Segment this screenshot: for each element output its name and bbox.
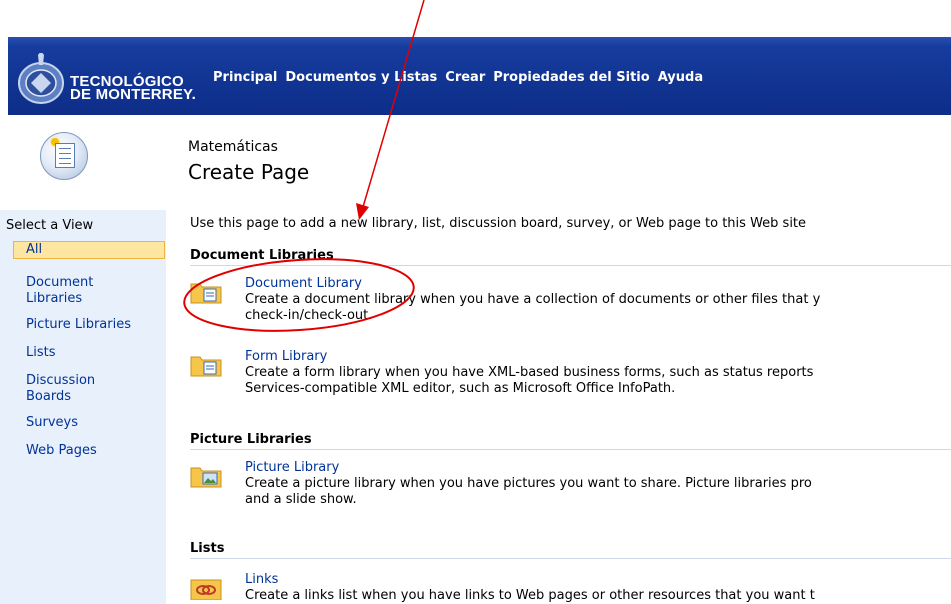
sidebar-item-discussion-boards[interactable]: Discussion Boards bbox=[26, 373, 106, 405]
tec-emblem-icon bbox=[18, 53, 64, 104]
links-link[interactable]: Links bbox=[245, 572, 278, 587]
sidebar-item-all[interactable]: All bbox=[13, 241, 165, 259]
form-library-icon bbox=[190, 356, 222, 377]
logo-text: TECNOLÓGICO DE MONTERREY. bbox=[70, 73, 196, 103]
main-content: Use this page to add a new library, list… bbox=[190, 216, 951, 603]
sidebar-item-web-pages[interactable]: Web Pages bbox=[26, 443, 161, 459]
links-desc: Create a links list when you have links … bbox=[245, 588, 815, 603]
form-library-link[interactable]: Form Library bbox=[245, 349, 327, 364]
sidebar-item-lists[interactable]: Lists bbox=[26, 345, 161, 361]
page-title: Create Page bbox=[188, 160, 310, 184]
sidebar-item-picture-libraries[interactable]: Picture Libraries bbox=[26, 317, 161, 333]
sidebar-item-surveys[interactable]: Surveys bbox=[26, 415, 161, 431]
view-sidebar: Select a View All Document Libraries Pic… bbox=[0, 210, 166, 604]
intro-text: Use this page to add a new library, list… bbox=[190, 216, 807, 231]
page-header: Matemáticas Create Page bbox=[8, 118, 951, 193]
links-list-icon bbox=[190, 579, 222, 600]
sidebar-items: Document Libraries Picture Libraries Lis… bbox=[26, 275, 161, 471]
nav-crear[interactable]: Crear bbox=[445, 70, 485, 85]
section-picture-libraries: Picture Libraries bbox=[190, 432, 951, 450]
nav-ayuda[interactable]: Ayuda bbox=[658, 70, 703, 85]
nav-principal[interactable]: Principal bbox=[213, 70, 277, 85]
document-library-icon bbox=[190, 283, 222, 304]
picture-library-link[interactable]: Picture Library bbox=[245, 460, 339, 475]
section-lists: Lists bbox=[190, 541, 951, 559]
nav-propiedades-del-sitio[interactable]: Propiedades del Sitio bbox=[493, 70, 649, 85]
document-library-link[interactable]: Document Library bbox=[245, 276, 362, 291]
picture-library-desc: Create a picture library when you have p… bbox=[245, 476, 812, 507]
create-page-icon bbox=[40, 132, 88, 180]
top-nav: Principal Documentos y Listas Crear Prop… bbox=[213, 70, 711, 85]
tec-logo[interactable]: TECNOLÓGICO DE MONTERREY. bbox=[8, 41, 208, 113]
sidebar-title: Select a View bbox=[6, 218, 94, 233]
top-banner: TECNOLÓGICO DE MONTERREY. Principal Docu… bbox=[8, 37, 951, 115]
nav-documentos-y-listas[interactable]: Documentos y Listas bbox=[285, 70, 437, 85]
form-library-desc: Create a form library when you have XML-… bbox=[245, 365, 814, 396]
picture-library-icon bbox=[190, 467, 222, 488]
section-document-libraries: Document Libraries bbox=[190, 248, 951, 266]
site-name[interactable]: Matemáticas bbox=[188, 139, 278, 155]
sidebar-item-document-libraries[interactable]: Document Libraries bbox=[26, 275, 106, 307]
document-library-desc: Create a document library when you have … bbox=[245, 292, 821, 323]
